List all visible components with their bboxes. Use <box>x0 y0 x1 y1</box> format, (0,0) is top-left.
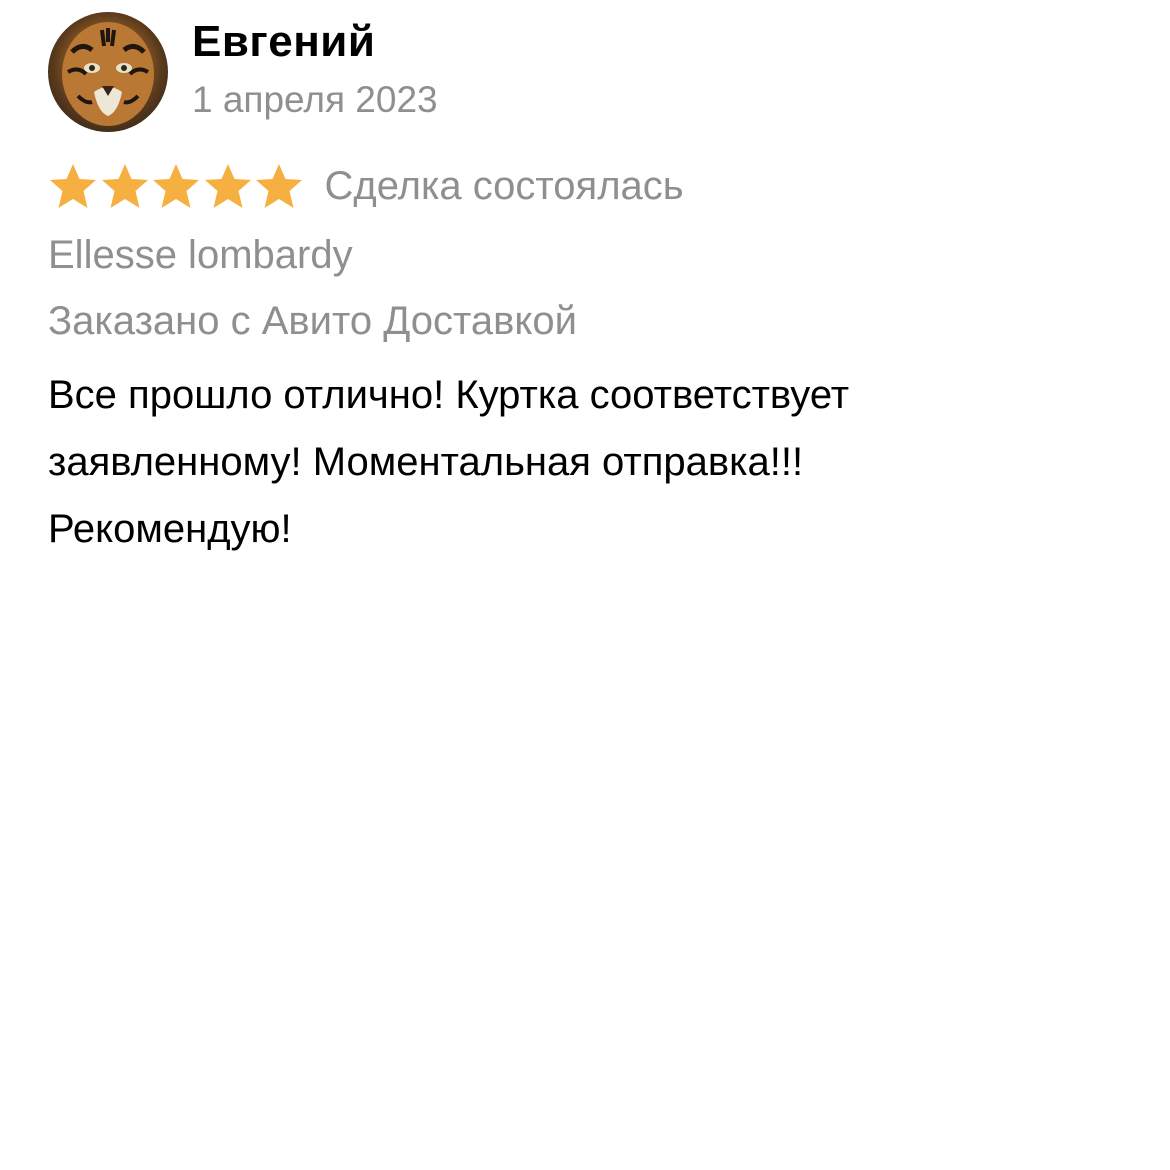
review-card: Евгений 1 апреля 2023 Сделка состоялась … <box>48 12 1128 563</box>
star-icon <box>50 164 96 208</box>
review-text: Все прошло отлично! Куртка соответствует… <box>48 373 850 551</box>
delivery-note: Заказано с Авито Доставкой <box>48 299 577 343</box>
rating-stars <box>48 162 306 210</box>
star-icon <box>101 164 148 208</box>
item-title[interactable]: Ellesse lombardy <box>48 228 1128 282</box>
rating-row: Сделка состоялась <box>48 156 1128 216</box>
review-date: 1 апреля 2023 <box>192 79 438 120</box>
author-block: Евгений 1 апреля 2023 <box>192 14 438 124</box>
author-name[interactable]: Евгений <box>192 14 438 70</box>
tiger-avatar-icon <box>62 22 154 126</box>
star-icon <box>204 164 251 208</box>
review-header: Евгений 1 апреля 2023 <box>48 12 1128 132</box>
star-icon <box>153 164 199 208</box>
deal-status: Сделка состоялась <box>324 164 684 208</box>
avatar[interactable] <box>48 12 168 132</box>
star-icon <box>256 164 302 208</box>
